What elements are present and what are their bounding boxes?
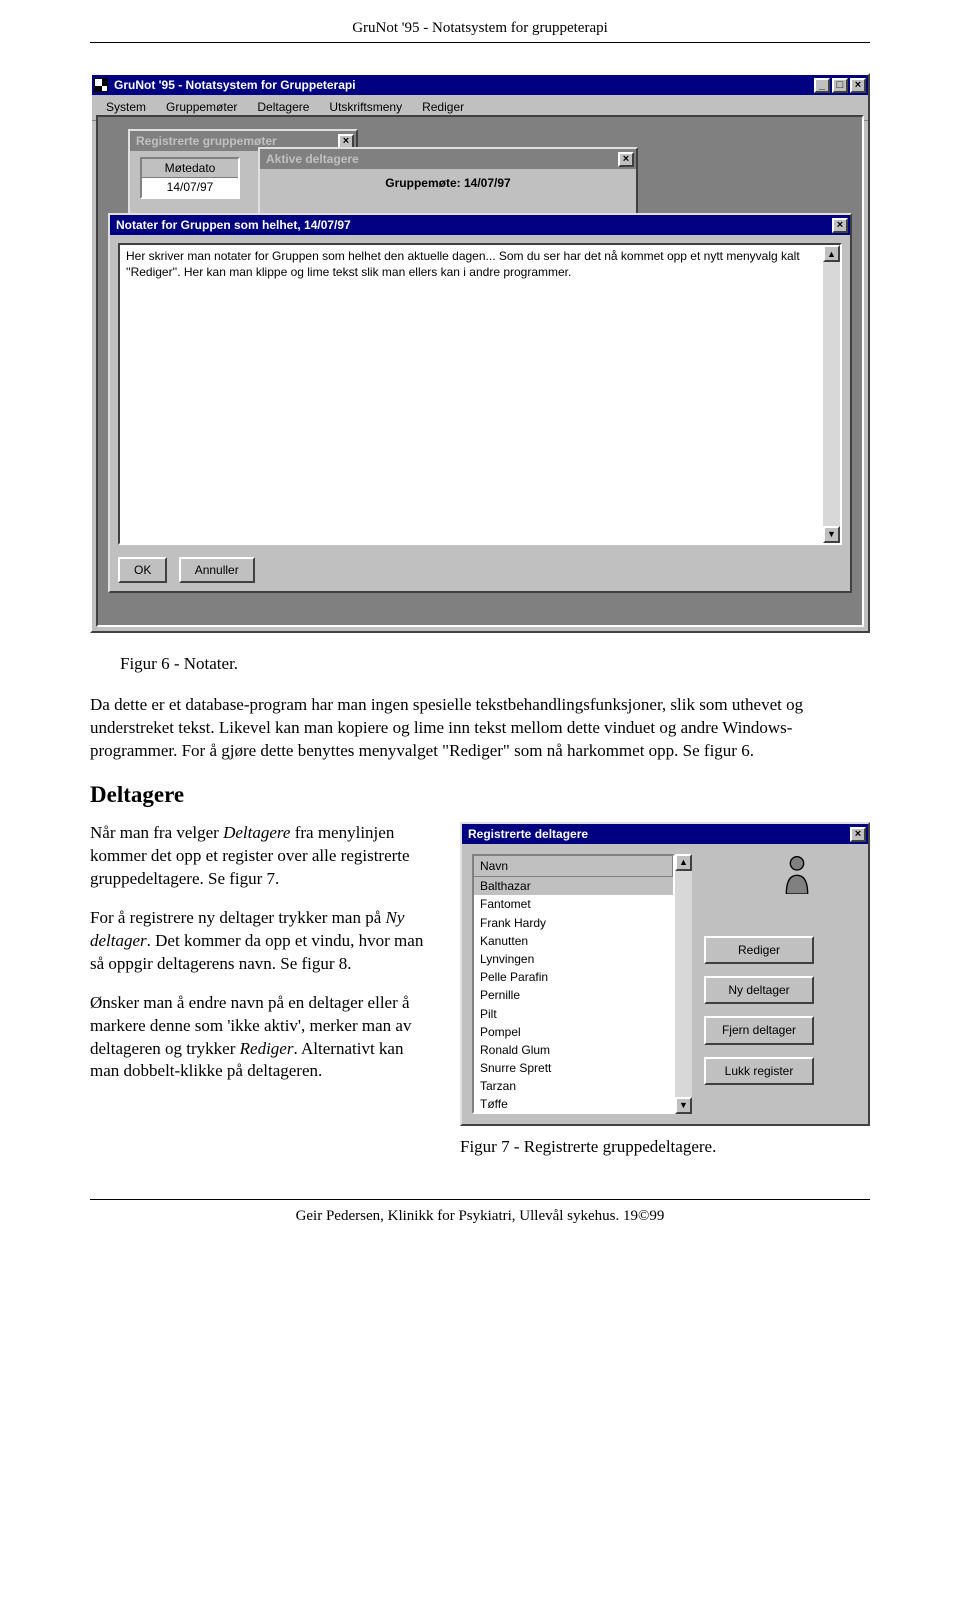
list-item[interactable]: Lynvingen <box>474 950 673 968</box>
list-item[interactable]: Tøffe <box>474 1095 673 1113</box>
window-notes-title: Notater for Gruppen som helhet, 14/07/97 <box>112 217 830 233</box>
notes-textarea-frame: Her skriver man notater for Gruppen som … <box>118 243 842 545</box>
scroll-up-icon[interactable]: ▲ <box>675 854 692 871</box>
list-item[interactable]: Balthazar <box>474 877 673 895</box>
figure-6-caption: Figur 6 - Notater. <box>120 653 870 676</box>
remove-participant-button[interactable]: Fjern deltager <box>704 1016 814 1044</box>
list-item[interactable]: Ronald Glum <box>474 1041 673 1059</box>
list-item[interactable]: Frank Hardy <box>474 914 673 932</box>
window-active-participants-title: Aktive deltagere <box>262 151 616 167</box>
close-icon[interactable]: × <box>850 827 866 842</box>
participants-listbox[interactable]: Navn Balthazar Fantomet Frank Hardy Kanu… <box>472 854 675 1114</box>
scrollbar-vertical[interactable]: ▲ ▼ <box>675 854 692 1114</box>
cancel-button[interactable]: Annuller <box>179 557 255 583</box>
new-participant-button[interactable]: Ny deltager <box>704 976 814 1004</box>
page-header: GruNot '95 - Notatsystem for gruppeterap… <box>90 0 870 43</box>
list-item[interactable]: Pompel <box>474 1023 673 1041</box>
cell-date[interactable]: 14/07/97 <box>142 178 238 196</box>
list-item[interactable]: Snurre Sprett <box>474 1059 673 1077</box>
paragraph-3: For å registrere ny deltager trykker man… <box>90 907 436 976</box>
figure-7-window: Registrerte deltagere × Navn Balthazar F… <box>460 822 870 1126</box>
person-icon <box>780 854 814 894</box>
section-heading-deltagere: Deltagere <box>90 779 870 810</box>
app-title: GruNot '95 - Notatsystem for Gruppeterap… <box>110 77 812 93</box>
figure-7-caption: Figur 7 - Registrerte gruppedeltagere. <box>460 1136 870 1159</box>
fig7-title: Registrerte deltagere <box>464 826 848 842</box>
list-item[interactable]: Pernille <box>474 986 673 1004</box>
list-item[interactable]: Pilt <box>474 1005 673 1023</box>
mdi-client-area: Registrerte gruppemøter × Møtedato 14/07… <box>96 115 864 627</box>
maximize-button[interactable]: □ <box>832 78 848 93</box>
column-motedato: Møtedato <box>142 159 238 178</box>
notes-textarea[interactable]: Her skriver man notater for Gruppen som … <box>120 245 823 543</box>
scrollbar-vertical[interactable]: ▲ ▼ <box>823 245 840 543</box>
paragraph-1: Da dette er et database-program har man … <box>90 694 870 763</box>
fig7-titlebar[interactable]: Registrerte deltagere × <box>462 824 868 844</box>
list-item[interactable]: Kanutten <box>474 932 673 950</box>
close-icon[interactable]: × <box>832 218 848 233</box>
scroll-up-icon[interactable]: ▲ <box>823 245 840 262</box>
scroll-down-icon[interactable]: ▼ <box>823 526 840 543</box>
app-titlebar[interactable]: GruNot '95 - Notatsystem for Gruppeterap… <box>92 75 868 95</box>
meeting-subtitle: Gruppemøte: 14/07/97 <box>260 169 636 197</box>
list-item[interactable]: Tarzan <box>474 1077 673 1095</box>
ok-button[interactable]: OK <box>118 557 167 583</box>
close-register-button[interactable]: Lukk register <box>704 1057 814 1085</box>
list-item[interactable]: Fantomet <box>474 895 673 913</box>
close-icon[interactable]: × <box>618 152 634 167</box>
window-notes[interactable]: Notater for Gruppen som helhet, 14/07/97… <box>108 213 852 593</box>
paragraph-2: Når man fra velger Deltagere fra menylin… <box>90 822 436 891</box>
app-icon <box>94 78 108 92</box>
paragraph-4: Ønsker man å endre navn på en deltager e… <box>90 992 436 1084</box>
list-header-navn: Navn <box>474 856 673 877</box>
page-footer: Geir Pedersen, Klinikk for Psykiatri, Ul… <box>90 1200 870 1256</box>
figure-6-app-window: GruNot '95 - Notatsystem for Gruppeterap… <box>90 73 870 633</box>
edit-button[interactable]: Rediger <box>704 936 814 964</box>
scroll-down-icon[interactable]: ▼ <box>675 1097 692 1114</box>
list-item[interactable]: Pelle Parafin <box>474 968 673 986</box>
close-button[interactable]: × <box>850 78 866 93</box>
minimize-button[interactable]: _ <box>814 78 830 93</box>
